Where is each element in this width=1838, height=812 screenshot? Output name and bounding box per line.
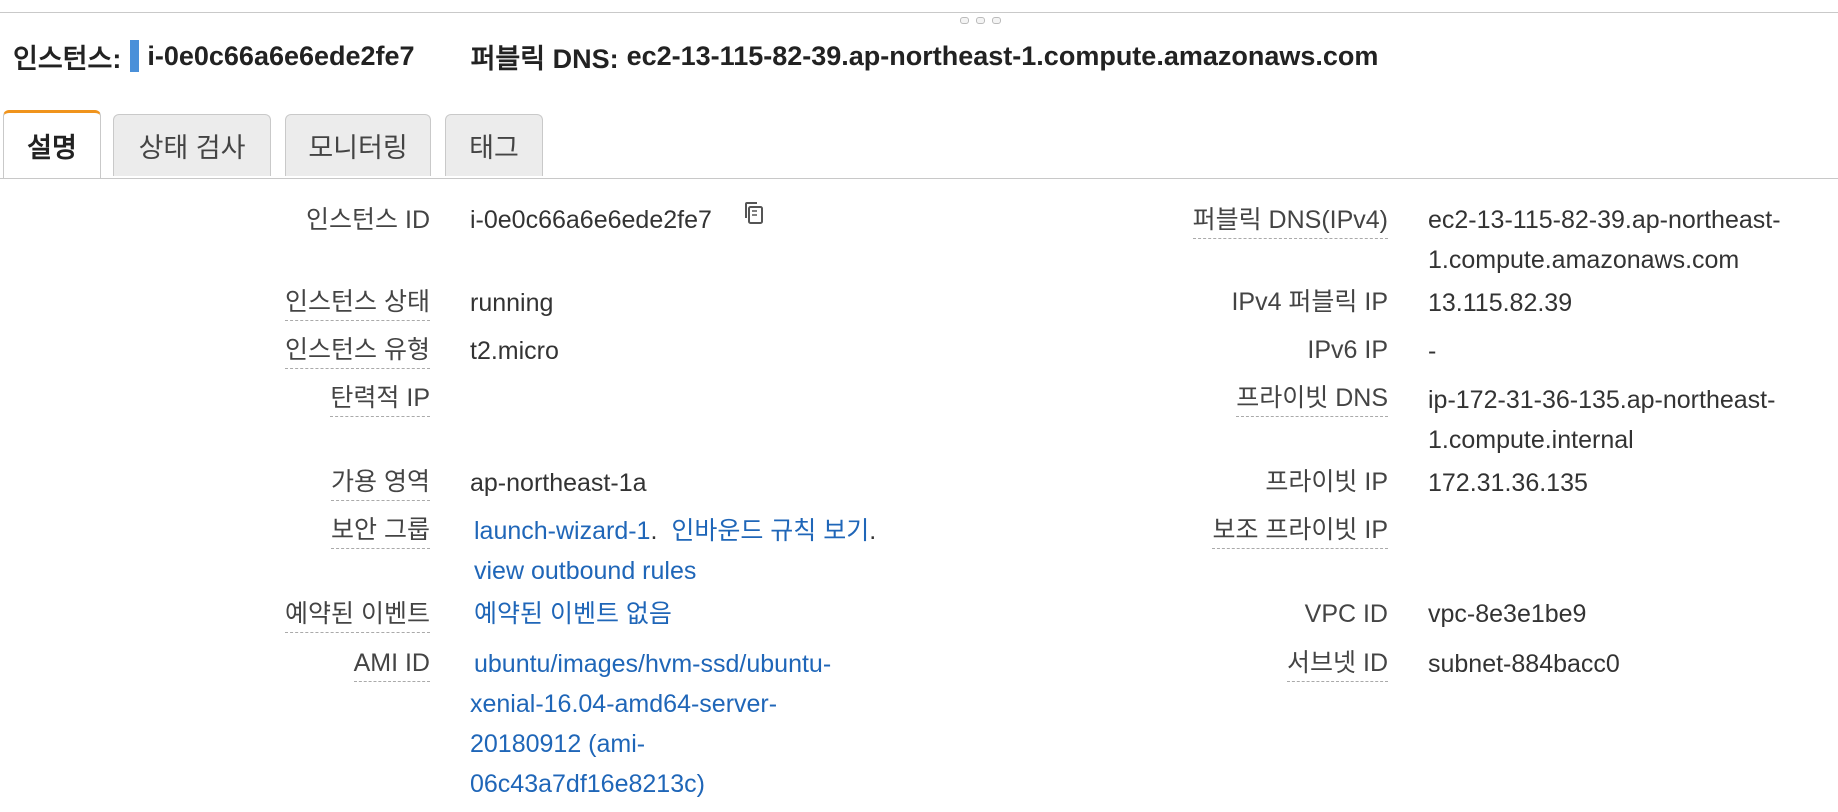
security-group-link[interactable]: launch-wizard-1: [474, 517, 650, 545]
scheduled-events-label: 예약된 이벤트: [285, 600, 430, 633]
private-dns-line: 1.compute.internal: [1428, 426, 1634, 454]
ami-id-line[interactable]: 20180912 (ami-: [470, 724, 645, 764]
instance-id-value: i-0e0c66a6e6ede2fe7: [470, 200, 767, 240]
header-instance-id: i-0e0c66a6e6ede2fe7: [147, 40, 415, 71]
outbound-rules-row: view outbound rules: [474, 551, 696, 591]
instance-state-value: running: [470, 289, 554, 317]
tab-description[interactable]: 설명: [3, 110, 101, 178]
tab-tags[interactable]: 태그: [445, 114, 543, 176]
header-public-dns: ec2-13-115-82-39.ap-northeast-1.compute.…: [626, 40, 1379, 71]
ipv4-public-ip-label: IPv4 퍼블릭 IP: [1231, 288, 1388, 316]
instance-state-label: 인스턴스 상태: [285, 288, 430, 321]
tab-status-checks[interactable]: 상태 검사: [113, 114, 271, 176]
ipv6-ip-label: IPv6 IP: [1307, 336, 1388, 364]
no-scheduled-events-link[interactable]: 예약된 이벤트 없음: [474, 600, 672, 628]
vpc-id-value: vpc-8e3e1be9: [1428, 600, 1587, 628]
ami-id-line[interactable]: ubuntu/images/hvm-ssd/ubuntu-: [474, 644, 831, 684]
security-group-value: launch-wizard-1. 인바운드 규칙 보기.: [474, 511, 876, 551]
view-outbound-rules-link[interactable]: view outbound rules: [474, 557, 696, 585]
ami-id-line[interactable]: xenial-16.04-amd64-server-: [470, 684, 777, 724]
secondary-private-ip-label: 보조 프라이빗 IP: [1212, 516, 1388, 549]
public-dns-label: 퍼블릭 DNS:: [470, 43, 619, 74]
view-inbound-rules-link[interactable]: 인바운드 규칙 보기: [671, 517, 869, 545]
instance-id-text: i-0e0c66a6e6ede2fe7: [470, 206, 712, 234]
instance-type-label: 인스턴스 유형: [285, 336, 430, 369]
availability-zone-value: ap-northeast-1a: [470, 469, 647, 497]
grip-dot-icon: [976, 17, 985, 24]
instance-id-label: 인스턴스 ID: [306, 206, 430, 234]
grip-dot-icon: [960, 17, 969, 24]
ami-id-label: AMI ID: [353, 649, 430, 682]
separator: .: [650, 517, 658, 545]
subnet-id-label: 서브넷 ID: [1287, 649, 1388, 682]
instance-label: 인스턴스:: [13, 43, 122, 74]
copy-icon[interactable]: [741, 198, 767, 238]
vpc-id-label: VPC ID: [1304, 600, 1388, 628]
private-dns-line: ip-172-31-36-135.ap-northeast-: [1428, 386, 1776, 414]
ipv4-public-ip-value: 13.115.82.39: [1428, 289, 1573, 317]
instance-marker-icon: [130, 40, 140, 72]
private-dns-label: 프라이빗 DNS: [1236, 384, 1388, 417]
public-dns-ipv4-line: ec2-13-115-82-39.ap-northeast-: [1428, 206, 1781, 234]
tab-bar: 설명 상태 검사 모니터링 태그: [0, 108, 1838, 179]
public-dns-ipv4-line: 1.compute.amazonaws.com: [1428, 246, 1740, 274]
separator: .: [869, 517, 877, 545]
availability-zone-label: 가용 영역: [331, 468, 430, 501]
tab-monitoring[interactable]: 모니터링: [285, 114, 431, 176]
private-ip-value: 172.31.36.135: [1428, 469, 1588, 497]
ami-id-line[interactable]: 06c43a7df16e8213c): [470, 764, 705, 804]
panel-top-border: [0, 12, 1838, 13]
scheduled-events-value: 예약된 이벤트 없음: [474, 594, 672, 634]
public-dns-ipv4-label: 퍼블릭 DNS(IPv4): [1192, 206, 1388, 239]
ipv6-ip-value: -: [1428, 337, 1437, 365]
private-ip-label: 프라이빗 IP: [1265, 468, 1388, 496]
instance-header: 인스턴스: i-0e0c66a6e6ede2fe7 퍼블릭 DNS: ec2-1…: [13, 36, 1378, 76]
subnet-id-value: subnet-884bacc0: [1428, 650, 1620, 678]
resize-handle[interactable]: [960, 17, 1001, 24]
elastic-ip-label: 탄력적 IP: [330, 384, 430, 417]
security-group-label: 보안 그룹: [331, 516, 430, 549]
instance-type-value: t2.micro: [470, 337, 559, 365]
grip-dot-icon: [992, 17, 1001, 24]
